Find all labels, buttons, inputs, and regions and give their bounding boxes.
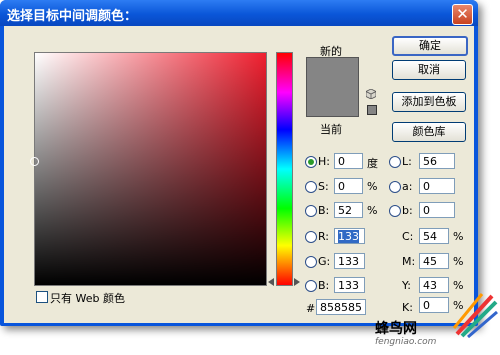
blue-field[interactable]: 133 [334, 277, 365, 293]
black-field[interactable]: 0 [419, 297, 449, 313]
a-channel-field[interactable]: 0 [419, 178, 455, 194]
magenta-field[interactable]: 45 [419, 253, 449, 269]
hue-field[interactable]: 0 [334, 153, 363, 169]
lightness-label: L: [402, 155, 412, 168]
hue-slider-left-arrow-icon[interactable] [268, 278, 274, 286]
b-channel-label: b: [402, 204, 413, 217]
out-of-gamut-cube-icon[interactable] [366, 89, 376, 99]
green-field[interactable]: 133 [334, 253, 365, 269]
lightness-radio[interactable] [389, 156, 401, 168]
fengniao-logo-icon [452, 293, 498, 338]
cancel-button[interactable]: 取消 [392, 60, 466, 80]
red-field[interactable]: 133 [334, 228, 365, 244]
current-color-label: 当前 [320, 123, 342, 136]
brightness-field[interactable]: 52 [334, 202, 363, 218]
close-icon: ✕ [456, 5, 469, 23]
hex-label: # [306, 302, 316, 315]
dialog-title: 选择目标中间调颜色： [7, 9, 138, 24]
add-to-swatches-button[interactable]: 添加到色板 [392, 92, 466, 112]
cyan-field[interactable]: 54 [419, 228, 449, 244]
color-field-cursor[interactable] [30, 157, 39, 166]
green-label: G: [318, 255, 331, 268]
yellow-field[interactable]: 43 [419, 277, 449, 293]
saturation-label: S: [318, 180, 329, 193]
red-radio[interactable] [305, 231, 317, 243]
web-safe-color-swatch[interactable] [367, 105, 377, 115]
watermark-url: fengniao.com [375, 337, 437, 347]
ok-button[interactable]: 确定 [392, 36, 468, 56]
hue-label: H: [318, 155, 330, 168]
magenta-unit: % [453, 255, 464, 268]
new-current-swatch [306, 57, 359, 117]
hue-unit: 度 [367, 157, 378, 170]
a-channel-label: a: [402, 180, 413, 193]
red-label: R: [318, 230, 330, 243]
saturation-radio[interactable] [305, 181, 317, 193]
brightness-label: B: [318, 204, 330, 217]
web-colors-only-label: 只有 Web 颜色 [50, 292, 125, 305]
red-field-value: 133 [338, 230, 359, 243]
blue-radio[interactable] [305, 280, 317, 292]
title-bar[interactable]: 选择目标中间调颜色： ✕ [0, 0, 478, 26]
a-channel-radio[interactable] [389, 181, 401, 193]
brightness-radio[interactable] [305, 205, 317, 217]
web-colors-only-checkbox[interactable] [36, 291, 48, 303]
cyan-label: C: [402, 230, 414, 243]
hue-radio[interactable] [305, 156, 317, 168]
b-channel-field[interactable]: 0 [419, 202, 455, 218]
watermark-text: 蜂鸟网 [375, 321, 417, 337]
magenta-label: M: [402, 255, 416, 268]
green-radio[interactable] [305, 256, 317, 268]
saturation-field[interactable]: 0 [334, 178, 363, 194]
color-libraries-button[interactable]: 颜色库 [392, 122, 466, 142]
close-button[interactable]: ✕ [452, 4, 473, 25]
hue-slider[interactable] [276, 52, 293, 286]
hex-field[interactable]: 858585 [316, 299, 366, 315]
black-label: K: [402, 301, 413, 314]
color-field[interactable] [34, 52, 267, 286]
saturation-unit: % [367, 180, 378, 193]
brightness-unit: % [367, 204, 378, 217]
lightness-field[interactable]: 56 [419, 153, 455, 169]
b-channel-radio[interactable] [389, 205, 401, 217]
yellow-label: Y: [402, 279, 411, 292]
cyan-unit: % [453, 230, 464, 243]
blue-label: B: [318, 279, 330, 292]
hue-slider-right-arrow-icon[interactable] [294, 278, 300, 286]
